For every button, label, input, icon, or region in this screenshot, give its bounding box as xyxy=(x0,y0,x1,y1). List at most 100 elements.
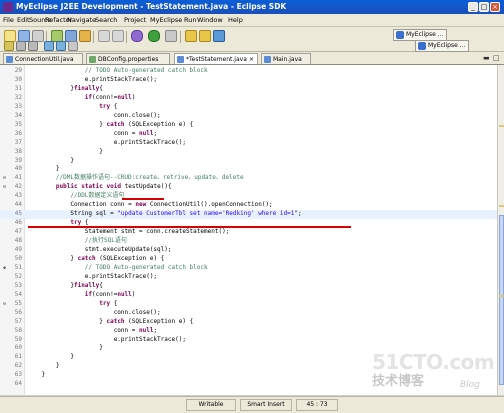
tab-main[interactable]: Main.java xyxy=(261,53,311,64)
last-edit-location-icon[interactable] xyxy=(68,41,78,51)
code-line[interactable]: 56 conn.close(); xyxy=(0,309,497,318)
back-icon[interactable] xyxy=(44,41,54,51)
minimize-button[interactable]: _ xyxy=(468,2,478,12)
code-line[interactable]: 54 if(conn!=null) xyxy=(0,291,497,300)
previous-annotation-icon[interactable] xyxy=(28,41,38,51)
line-number: 31 xyxy=(14,84,22,92)
code-text: e.printStackTrace(); xyxy=(27,138,186,146)
code-line[interactable]: 34 conn.close(); xyxy=(0,112,497,121)
code-text: }finally{ xyxy=(27,281,103,289)
toolbar-separator xyxy=(180,31,181,43)
code-text: } xyxy=(27,344,103,352)
vertical-scrollbar[interactable] xyxy=(497,65,504,395)
code-line[interactable]: 50 } catch (SQLException e) { xyxy=(0,255,497,264)
menu-item-edit[interactable]: Edit xyxy=(17,14,30,26)
tab-connectionutil[interactable]: ConnectionUtil.java xyxy=(3,53,83,64)
code-line[interactable]: 29 // TODO Auto-generated catch block xyxy=(0,67,497,76)
code-text: //DML数据操作语句--CRUD:create、retrive、update、… xyxy=(55,174,244,182)
minimize-editor-icon[interactable]: ▬ xyxy=(483,53,490,63)
code-text: } catch (SQLException e) { xyxy=(27,317,194,325)
search-icon[interactable] xyxy=(112,30,124,42)
line-number: 52 xyxy=(14,272,22,280)
code-line[interactable]: 43 //DDL数据定义语句 xyxy=(0,192,497,201)
maximize-button[interactable]: □ xyxy=(479,2,489,12)
menu-bar: File Edit Source Refactor Navigate Search Proj… xyxy=(0,14,504,27)
code-line[interactable]: 31 }finally{ xyxy=(0,85,497,94)
tab-teststatement[interactable]: *TestStatement.java × xyxy=(174,53,258,64)
code-line[interactable]: 41 //DML数据操作语句--CRUD:create、retrive、upda… xyxy=(0,174,497,183)
close-button[interactable]: × xyxy=(490,2,500,12)
forward-icon[interactable] xyxy=(56,41,66,51)
menu-item-help[interactable]: Help xyxy=(228,14,243,26)
new-java-project-icon[interactable] xyxy=(185,30,197,42)
code-text: e.printStackTrace(); xyxy=(27,272,158,280)
line-number: 49 xyxy=(14,246,22,253)
code-text: conn.close(); xyxy=(27,308,161,316)
code-text: conn.close(); xyxy=(27,111,161,119)
overview-marker[interactable] xyxy=(499,125,504,127)
code-line[interactable]: 32 if(conn!=null) xyxy=(0,94,497,103)
annotation-icon[interactable] xyxy=(4,41,14,51)
code-line[interactable]: 37 e.printStackTrace(); xyxy=(0,139,497,148)
code-line[interactable]: 30 e.printStackTrace(); xyxy=(0,76,497,85)
code-line[interactable]: 51 // TODO Auto-generated catch block ◆ xyxy=(0,264,497,273)
menu-item-project[interactable]: Project xyxy=(124,14,146,26)
menu-item-run[interactable]: Run xyxy=(184,14,196,26)
code-text: // TODO Auto-generated catch block xyxy=(84,67,208,74)
menu-item-search[interactable]: Search xyxy=(95,14,117,26)
fold-toggle-icon[interactable]: ⊖ xyxy=(3,174,6,183)
next-annotation-icon[interactable] xyxy=(16,41,26,51)
task-marker-icon[interactable]: ◆ xyxy=(3,264,6,273)
perspective-button-myeclipse-2[interactable]: MyEclipse ... xyxy=(415,40,470,52)
maximize-editor-icon[interactable]: □ xyxy=(493,53,500,63)
fold-toggle-icon[interactable]: ⊖ xyxy=(3,300,6,309)
line-number: 58 xyxy=(14,326,22,334)
code-line[interactable]: 47 Statement stmt = conn.createStatement… xyxy=(0,228,497,237)
new-class-icon[interactable] xyxy=(213,30,225,42)
code-line[interactable]: 55 try {⊖ xyxy=(0,300,497,309)
status-bar: Writable Smart Insert 45 : 73 xyxy=(0,396,504,413)
line-number: 53 xyxy=(14,281,22,289)
code-line[interactable]: 48 //执行SQL语句 xyxy=(0,237,497,246)
code-line[interactable]: 38 } xyxy=(0,148,497,157)
code-line[interactable]: 49 stmt.executeUpdate(sql); xyxy=(0,246,497,255)
new-package-icon[interactable] xyxy=(199,30,211,42)
line-number: 61 xyxy=(14,353,22,361)
java-file-icon xyxy=(177,56,184,63)
code-line[interactable]: 36 conn = null; xyxy=(0,130,497,139)
package-icon[interactable] xyxy=(79,30,91,42)
external-tools-icon[interactable] xyxy=(165,30,177,42)
toolbar-separator xyxy=(126,31,127,43)
code-line[interactable]: 53 }finally{ xyxy=(0,282,497,291)
code-line[interactable]: 58 conn = null; xyxy=(0,327,497,336)
tab-dbconfig[interactable]: DBConfig.properties xyxy=(86,53,170,64)
code-line[interactable]: 57 } catch (SQLException e) { xyxy=(0,318,497,327)
status-insert-mode: Smart Insert xyxy=(240,399,292,411)
overview-marker[interactable] xyxy=(499,205,504,207)
code-line[interactable]: 42 public static void testUpdate(){⊖ xyxy=(0,183,497,192)
code-line[interactable]: 35 } catch (SQLException e) { xyxy=(0,121,497,130)
scrollbar-thumb[interactable] xyxy=(499,215,504,385)
open-type-icon[interactable] xyxy=(98,30,110,42)
code-line[interactable]: 44 Connection conn = new ConnectionUtil(… xyxy=(0,201,497,210)
code-line[interactable]: 33 try { xyxy=(0,103,497,112)
line-number: 42 xyxy=(14,183,22,191)
code-line[interactable]: 39 } xyxy=(0,157,497,166)
window-title: MyEclipse J2EE Development - TestStateme… xyxy=(16,2,287,11)
debug-icon[interactable] xyxy=(131,30,143,42)
fold-toggle-icon[interactable]: ⊖ xyxy=(3,183,6,192)
run-icon[interactable] xyxy=(148,30,160,42)
menu-item-navigate[interactable]: Navigate xyxy=(67,14,96,26)
overview-marker[interactable] xyxy=(499,295,504,297)
highlight-underline-sql xyxy=(28,226,351,228)
code-line[interactable]: 59 e.printStackTrace(); xyxy=(0,336,497,345)
menu-item-window[interactable]: Window xyxy=(197,14,223,26)
code-line[interactable]: 52 e.printStackTrace(); xyxy=(0,273,497,282)
close-tab-icon[interactable]: × xyxy=(249,54,254,65)
code-text: conn = null; xyxy=(27,129,158,137)
code-editor[interactable]: 29 // TODO Auto-generated catch block 30 … xyxy=(0,65,497,395)
menu-item-myeclipse[interactable]: MyEclipse xyxy=(150,14,182,26)
code-line[interactable]: 45 String sql = "update CustomerTbl set … xyxy=(0,210,497,220)
menu-item-file[interactable]: File xyxy=(3,14,14,26)
code-text: if(conn!=null) xyxy=(84,93,136,101)
